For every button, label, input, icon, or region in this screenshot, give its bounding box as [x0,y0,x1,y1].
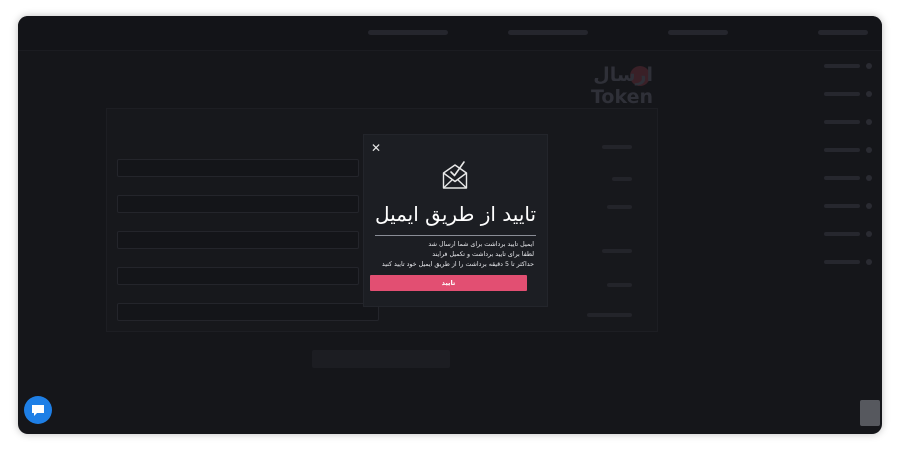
sidebar-item [808,118,872,126]
form-input [117,303,379,321]
nav-item [508,30,588,35]
form-label [607,283,632,287]
chat-bubble-icon [32,405,44,416]
confirm-button[interactable]: تایید [370,275,527,291]
form-input [117,267,359,285]
sidebar-item [808,174,872,182]
form-label [602,145,632,149]
form-label [612,177,632,181]
nav-item [668,30,728,35]
divider [375,235,536,236]
nav-item [818,30,868,35]
sidebar [800,50,882,434]
form-input [117,159,359,177]
sidebar-item [808,258,872,266]
sidebar-item [808,230,872,238]
form-label [602,249,632,253]
form-label [587,313,632,317]
submit-button-dimmed [312,350,450,368]
message-line: لطفا برای تایید برداشت و تکمیل فرایند [432,251,534,258]
mail-check-icon [442,161,468,189]
message-line: ایمیل تایید برداشت برای شما ارسال شد [428,241,534,248]
nav-item [368,30,448,35]
sidebar-item [808,90,872,98]
modal-title: تایید از طریق ایمیل [374,202,537,226]
form-input [117,231,359,249]
page-title: ارسال Token [590,64,653,108]
email-confirmation-modal: ✕ تایید از طریق ایمیل ایمیل تایید برداشت… [363,134,548,307]
chat-widget-button[interactable] [24,396,52,424]
app-window: ارسال Token ✕ تایید از طریق ایمیل ایمیل … [18,16,882,434]
close-button[interactable]: ✕ [370,142,382,154]
message-line: حداکثر تا 5 دقیقه برداشت را از طریق ایمی… [381,261,534,268]
sidebar-item [808,202,872,210]
sidebar-item [808,146,872,154]
form-label [607,205,632,209]
sidebar-item [808,62,872,70]
avatar [860,400,880,426]
form-input [117,195,359,213]
top-navigation [18,16,882,51]
